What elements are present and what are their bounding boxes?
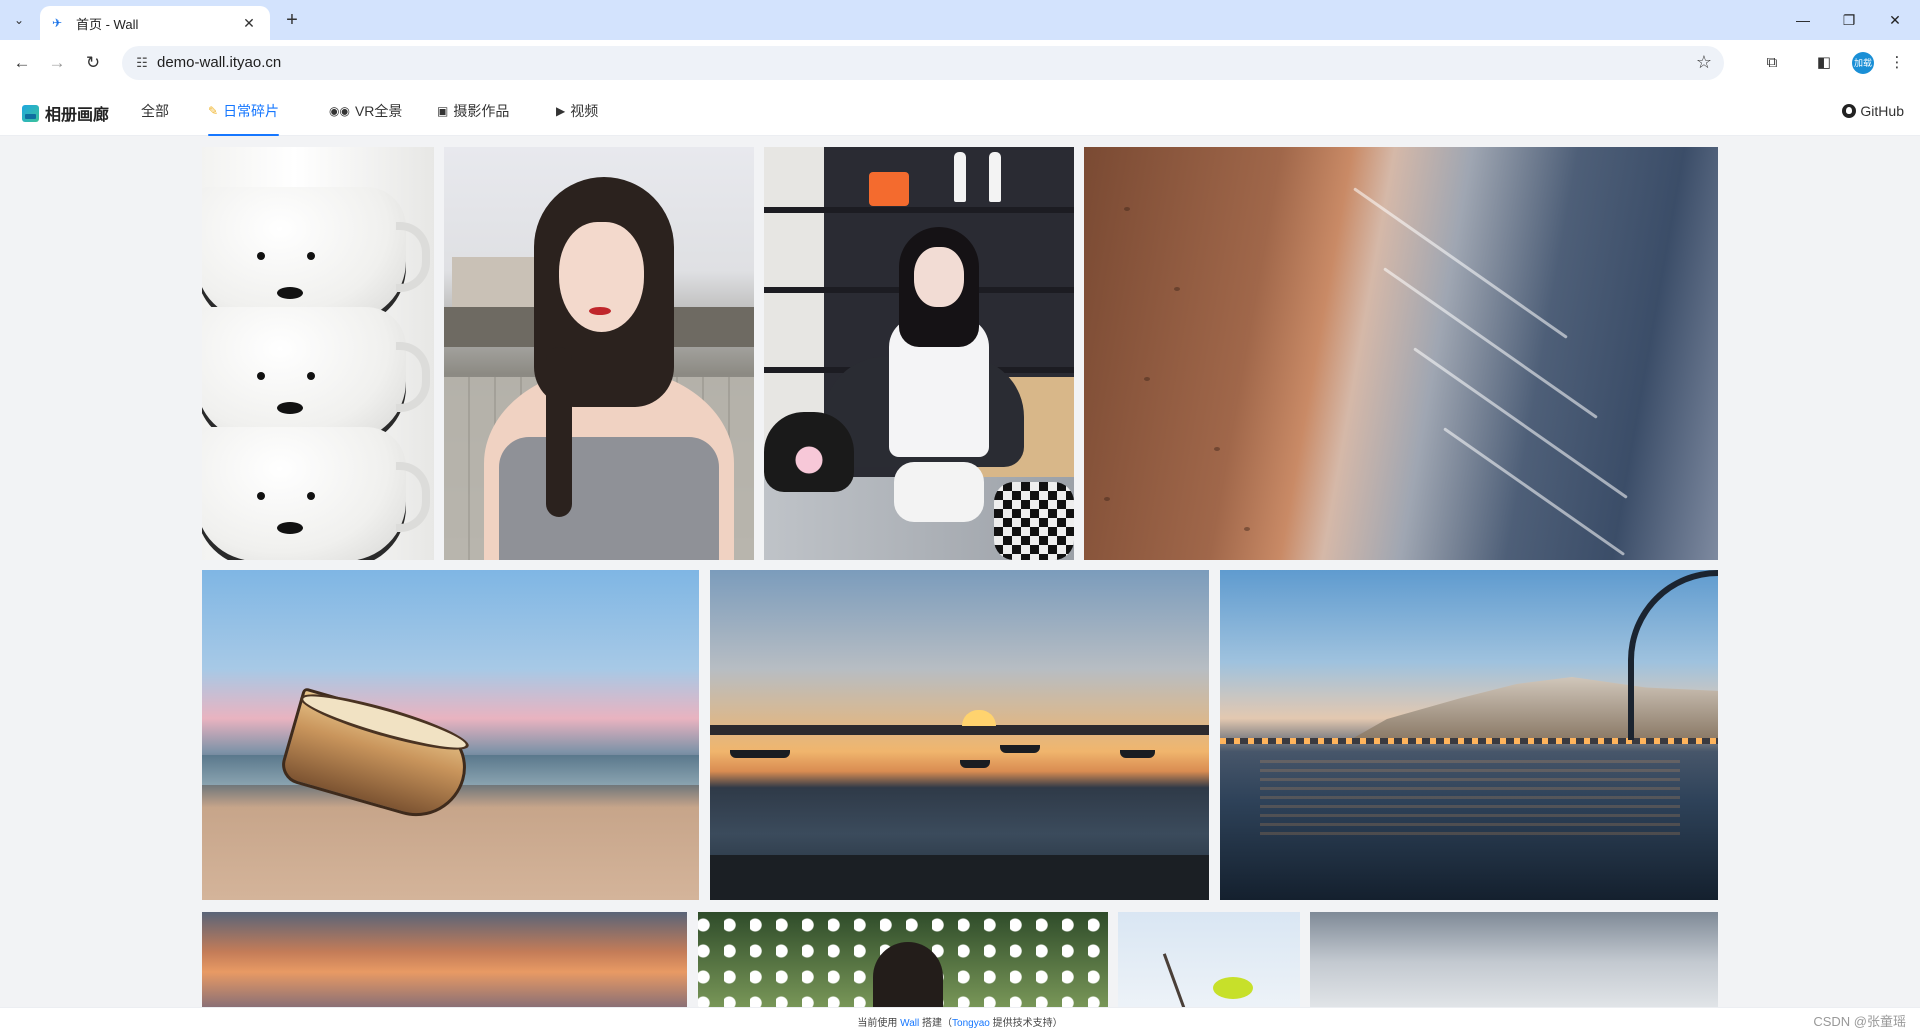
close-window-icon[interactable]: ✕	[1872, 0, 1918, 40]
site-header: 相册画廊 全部 ✎ 日常碎片 ◉◉ VR全景 ▣ 摄影作品 ▶ 视频 GitHu…	[0, 86, 1920, 136]
nav-photography[interactable]: ▣ 摄影作品	[437, 86, 509, 136]
menu-kebab-icon[interactable]: ⋮	[1886, 52, 1908, 74]
nav-label: 全部	[141, 103, 169, 119]
footer-middle: 搭建（	[922, 1018, 953, 1029]
photo-sunset-sea[interactable]	[710, 570, 1209, 900]
forward-icon[interactable]: →	[45, 51, 69, 75]
github-link[interactable]: GitHub	[1842, 86, 1904, 136]
tab-search-icon[interactable]: ⌄	[8, 9, 30, 31]
address-bar[interactable]: ☷ demo-wall.ityao.cn ☆	[122, 46, 1724, 80]
tongyao-link[interactable]: Tongyao	[952, 1018, 990, 1029]
url-text[interactable]: demo-wall.ityao.cn	[157, 54, 281, 71]
wall-link[interactable]: Wall	[900, 1018, 919, 1029]
tab-title: 首页 - Wall	[76, 16, 139, 32]
footer-credit: 当前使用 Wall 搭建（Tongyao 提供技术支持）	[0, 1014, 1920, 1029]
photo-mugs[interactable]	[202, 147, 434, 560]
footer-prefix: 当前使用	[857, 1018, 898, 1029]
photo-beach-shore[interactable]	[1084, 147, 1718, 560]
site-logo[interactable]: 相册画廊	[22, 101, 109, 125]
new-tab-icon[interactable]: +	[281, 9, 303, 31]
nav-all[interactable]: 全部	[141, 86, 169, 136]
nav-daily-fragments[interactable]: ✎ 日常碎片	[208, 86, 280, 136]
photo-girl-flowers[interactable]	[698, 912, 1108, 1007]
bookmark-star-icon[interactable]: ☆	[1696, 52, 1712, 73]
photo-girl-rooftop[interactable]	[444, 147, 754, 560]
nav-video[interactable]: ▶ 视频	[556, 86, 598, 136]
browser-toolbar: ← → ↻ ☷ demo-wall.ityao.cn ☆ ⧉ ◧ 加载 ⋮	[0, 40, 1920, 86]
extensions-icon[interactable]: ⧉	[1761, 52, 1783, 74]
nav-label: 视频	[570, 103, 599, 119]
page-footer: 当前使用 Wall 搭建（Tongyao 提供技术支持） CSDN @张童瑶	[0, 1007, 1920, 1031]
photo-city-river[interactable]	[1220, 570, 1718, 900]
footer-suffix: 提供技术支持）	[992, 1018, 1063, 1029]
browser-tab[interactable]: ✈ 首页 - Wall ✕	[40, 6, 270, 40]
browser-tab-bar: ⌄ ✈ 首页 - Wall ✕ + — ❐ ✕	[0, 0, 1920, 40]
nav-label: 日常碎片	[223, 103, 280, 119]
photo-gallery	[0, 136, 1920, 1007]
reload-icon[interactable]: ↻	[81, 51, 105, 75]
github-label: GitHub	[1860, 103, 1904, 119]
side-panel-icon[interactable]: ◧	[1813, 52, 1835, 74]
back-icon[interactable]: ←	[10, 51, 34, 75]
nav-label: VR全景	[354, 103, 403, 119]
restore-icon[interactable]: ❐	[1826, 0, 1872, 40]
photo-girl-shelf[interactable]	[764, 147, 1074, 560]
logo-icon	[22, 104, 39, 122]
profile-avatar[interactable]: 加载	[1852, 52, 1874, 74]
nav-label: 摄影作品	[453, 103, 510, 119]
photo-cloudy-sky[interactable]	[1310, 912, 1718, 1007]
github-icon	[1842, 104, 1857, 118]
pencil-icon: ✎	[208, 104, 219, 118]
site-title: 相册画廊	[45, 107, 110, 124]
photo-boat-beach[interactable]	[202, 570, 699, 900]
minimize-icon[interactable]: —	[1780, 0, 1826, 40]
tab-close-icon[interactable]: ✕	[240, 14, 258, 32]
photo-parrot[interactable]	[1118, 912, 1300, 1007]
nav-vr[interactable]: ◉◉ VR全景	[329, 86, 402, 136]
vr-goggles-icon: ◉◉	[329, 104, 350, 118]
camera-icon: ▣	[437, 104, 449, 118]
site-info-icon[interactable]: ☷	[132, 53, 152, 73]
photo-sunset-clouds[interactable]	[202, 912, 687, 1007]
video-icon: ▶	[556, 104, 566, 118]
csdn-watermark: CSDN @张童瑶	[1813, 1014, 1906, 1029]
wall-favicon-icon: ✈	[52, 16, 63, 30]
